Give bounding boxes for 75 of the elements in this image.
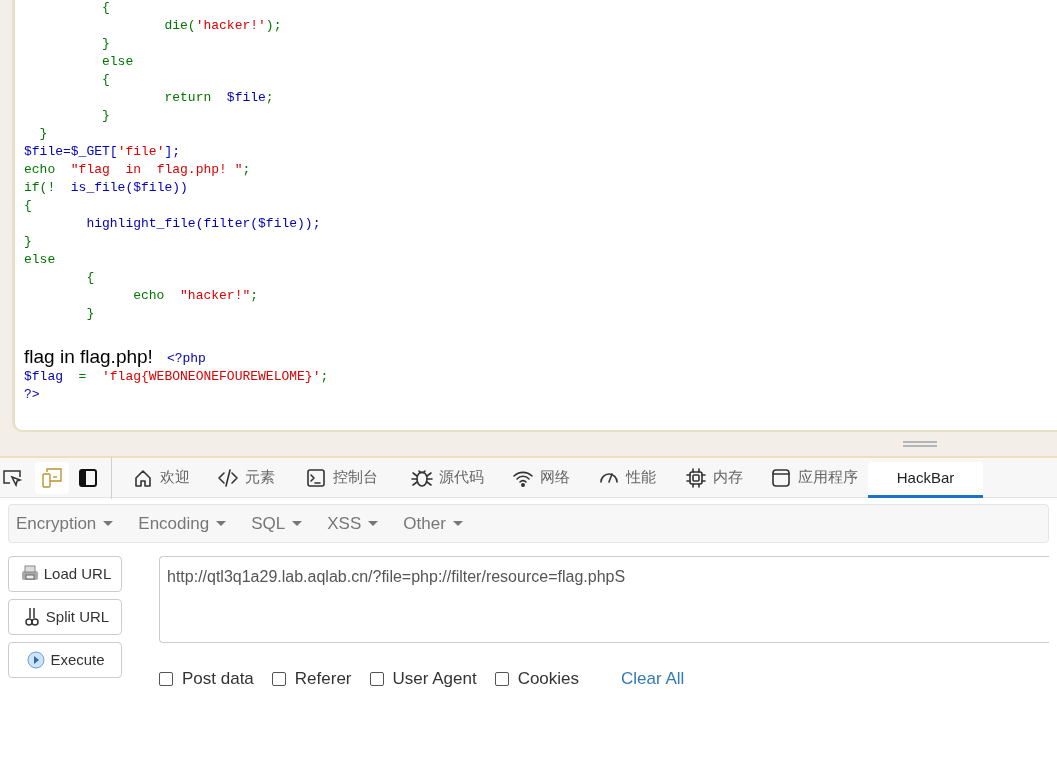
code-text: ]; bbox=[164, 144, 181, 159]
hackbar-button[interactable]: Split URL bbox=[8, 599, 122, 635]
code-text: $flag bbox=[24, 369, 64, 384]
code-text: 'file' bbox=[117, 144, 165, 159]
code-text: 'flag{WEBONEONEFOUREWELOME}' bbox=[102, 369, 321, 384]
menu-dropdown[interactable]: Encryption bbox=[16, 510, 114, 537]
code-text: ; bbox=[320, 369, 329, 384]
hackbar-button[interactable]: Execute bbox=[8, 642, 122, 678]
code-text: } bbox=[101, 36, 110, 51]
caret-icon bbox=[292, 521, 303, 526]
code-text: ?> bbox=[24, 387, 40, 402]
caret-icon bbox=[368, 521, 379, 526]
checkbox-label: Referer bbox=[294, 668, 352, 690]
devtools-tab[interactable]: 欢迎 bbox=[132, 459, 190, 496]
checkbox[interactable] bbox=[369, 671, 384, 686]
console-icon bbox=[305, 466, 327, 489]
checkbox[interactable] bbox=[159, 671, 173, 686]
code-text: { bbox=[24, 198, 32, 213]
menu-dropdown[interactable]: SQL bbox=[251, 510, 303, 537]
devtools-tab[interactable]: 性能 bbox=[598, 459, 656, 496]
code-text: } bbox=[38, 126, 48, 141]
code-text: { bbox=[101, 0, 110, 15]
devtools-tab[interactable]: 源代码 bbox=[411, 459, 484, 496]
code-text: $file=$_GET[ bbox=[24, 144, 118, 159]
caret-icon bbox=[103, 521, 114, 526]
code-text: die( bbox=[163, 18, 196, 33]
code-text: { bbox=[85, 270, 95, 285]
code-text: 'hacker!' bbox=[195, 18, 266, 33]
devtools-tab[interactable]: 内存 bbox=[685, 459, 743, 496]
window-icon bbox=[770, 466, 792, 489]
menu-dropdown[interactable]: XSS bbox=[327, 510, 379, 537]
code-text: <?php bbox=[166, 351, 206, 366]
code-text: } bbox=[101, 108, 110, 123]
devtools-tab[interactable]: 应用程序 bbox=[770, 459, 858, 496]
devtools-tab[interactable]: HackBar bbox=[868, 461, 983, 498]
checkbox-label: User Agent bbox=[392, 668, 477, 690]
code-text: } bbox=[24, 234, 32, 249]
checkbox-label: Cookies bbox=[517, 668, 580, 690]
code-text: ; bbox=[265, 90, 274, 105]
code-text: else bbox=[24, 252, 56, 267]
code-text: "hacker!" bbox=[180, 288, 251, 303]
devtools-tab[interactable]: 元素 bbox=[217, 459, 275, 496]
code-text: = bbox=[78, 369, 88, 384]
checkbox[interactable] bbox=[271, 671, 286, 686]
code-text: { bbox=[101, 72, 110, 87]
code-text: if(! bbox=[24, 180, 57, 195]
code-text: else bbox=[101, 54, 134, 69]
code-text: } bbox=[85, 306, 95, 321]
code-text: echo bbox=[132, 288, 166, 303]
code-text: ; bbox=[242, 162, 251, 177]
caret-icon bbox=[452, 521, 463, 526]
dock-side-icon[interactable] bbox=[77, 466, 99, 489]
code-text: return bbox=[163, 90, 213, 105]
chip-icon bbox=[685, 466, 707, 489]
devtools-tab[interactable]: 网络 bbox=[512, 459, 570, 496]
checkbox-label: Post data bbox=[182, 668, 254, 690]
output-text: flag in flag.php! bbox=[24, 346, 153, 368]
code-text: is_file($file)) bbox=[70, 180, 188, 195]
resize-handle[interactable] bbox=[903, 441, 937, 447]
code-text: highlight_file(filter($file)); bbox=[85, 216, 321, 231]
menu-dropdown[interactable]: Encoding bbox=[138, 510, 227, 537]
clear-all-link[interactable]: Clear All bbox=[621, 666, 685, 692]
code-text: echo bbox=[24, 162, 57, 177]
caret-icon bbox=[216, 521, 227, 526]
code-text: ; bbox=[250, 288, 259, 303]
code-icon bbox=[217, 466, 239, 489]
hackbar-button[interactable]: Load URL bbox=[8, 556, 122, 592]
code-text: "flag in flag.php! " bbox=[70, 162, 243, 177]
menu-dropdown[interactable]: Other bbox=[403, 510, 463, 537]
play-icon bbox=[25, 649, 48, 671]
checkbox[interactable] bbox=[494, 671, 509, 686]
code-text: $file bbox=[226, 90, 266, 105]
url-field[interactable]: http://qtl3q1a29.lab.aqlab.cn/?file=php://filter/resource=flag.phpS bbox=[159, 556, 1049, 643]
code-text: ); bbox=[265, 18, 282, 33]
devtools-tab[interactable]: 控制台 bbox=[305, 459, 378, 496]
